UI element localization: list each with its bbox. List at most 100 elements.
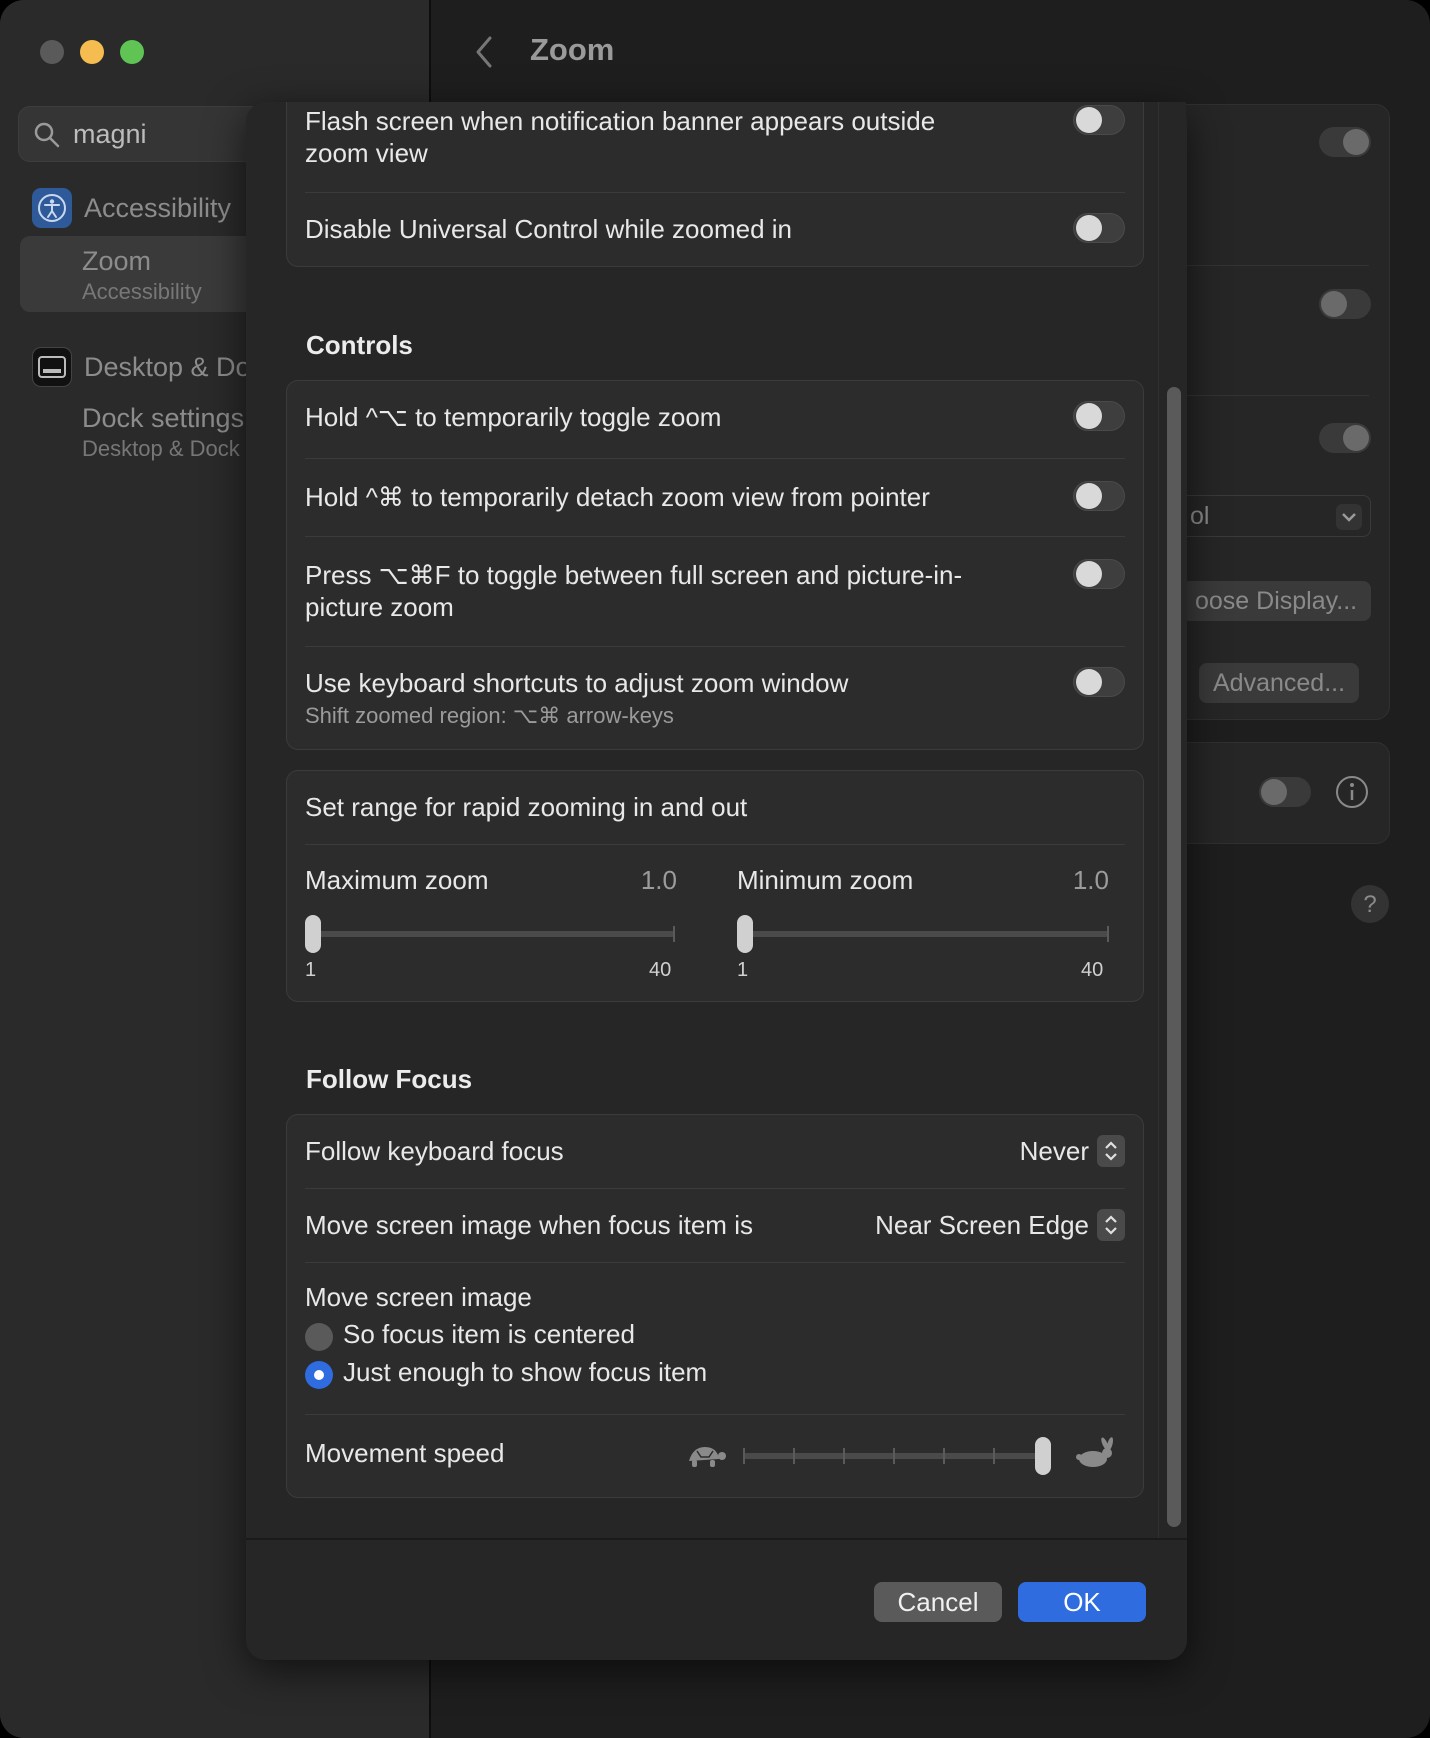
section-heading-controls: Controls	[306, 330, 413, 360]
slider-tick	[943, 1448, 945, 1464]
ok-button[interactable]: OK	[1018, 1582, 1146, 1622]
sheet-scroll-area[interactable]: Flash screen when notification banner ap…	[246, 102, 1187, 1538]
sidebar-item-dock-settings[interactable]: Dock settings	[82, 403, 244, 434]
scrollbar-thumb[interactable]	[1167, 387, 1181, 1527]
disable-universal-control-toggle[interactable]	[1073, 213, 1125, 243]
slider-tick	[843, 1448, 845, 1464]
page-title: Zoom	[530, 32, 615, 67]
row-label: Follow keyboard focus	[305, 1136, 564, 1166]
min-zoom-label: Minimum zoom	[737, 865, 914, 895]
slider-tick	[893, 1448, 895, 1464]
min-zoom-slider[interactable]	[737, 931, 1109, 937]
back-chevron-icon[interactable]	[470, 34, 500, 70]
zoom-range-group: Set range for rapid zooming in and out M…	[286, 770, 1144, 1002]
sidebar-item-title: Zoom	[82, 246, 152, 276]
popup-value: Never	[1019, 1135, 1089, 1166]
background-toggle[interactable]	[1319, 289, 1371, 319]
background-toggle[interactable]	[1319, 127, 1371, 157]
min-zoom-slider-thumb[interactable]	[737, 915, 753, 953]
slider-max-label: 40	[649, 959, 672, 981]
sidebar-section-label: Accessibility	[84, 192, 232, 223]
accessibility-icon	[32, 188, 72, 228]
range-title: Set range for rapid zooming in and out	[305, 792, 748, 822]
row-label: Hold ^⌘ to temporarily detach zoom view …	[305, 482, 930, 512]
help-icon[interactable]: ?	[1350, 884, 1390, 924]
follow-keyboard-focus-popup[interactable]: Never	[1020, 1135, 1125, 1167]
row-label: Flash screen when notification banner ap…	[305, 106, 936, 168]
sidebar-section-label: Desktop & Do	[84, 351, 251, 382]
row-label: Movement speed	[305, 1438, 505, 1468]
search-input[interactable]: magni	[73, 119, 147, 150]
radio-label: So focus item is centered	[343, 1319, 635, 1349]
sheet-footer: Cancel OK	[246, 1538, 1187, 1660]
slider-min-label: 1	[737, 959, 749, 981]
list-item: Hold ^⌘ to temporarily detach zoom view …	[305, 459, 1125, 537]
row-label: Move screen image when focus item is	[305, 1210, 753, 1240]
row-label: Disable Universal Control while zoomed i…	[305, 214, 792, 244]
up-down-chevron-icon	[1097, 1135, 1125, 1167]
chevron-down-icon	[1336, 504, 1362, 530]
move-screen-when-popup[interactable]: Near Screen Edge	[875, 1209, 1125, 1241]
turtle-icon	[689, 1447, 726, 1467]
detach-zoom-view-toggle[interactable]	[1073, 481, 1125, 511]
cancel-button[interactable]: Cancel	[874, 1582, 1002, 1622]
settings-window: magni Accessibility Zoom Accessibility D…	[0, 0, 1430, 1738]
up-down-chevron-icon	[1097, 1209, 1125, 1241]
section-heading-follow-focus: Follow Focus	[306, 1064, 473, 1094]
row-label: Use keyboard shortcuts to adjust zoom wi…	[305, 668, 849, 698]
zoom-advanced-sheet: Flash screen when notification banner ap…	[246, 102, 1187, 1660]
sidebar-section-desktop-dock[interactable]: Desktop & Do	[32, 347, 251, 387]
list-item: Disable Universal Control while zoomed i…	[305, 193, 1125, 268]
toggle-zoom-shortcut-toggle[interactable]	[1073, 401, 1125, 431]
slider-tick	[743, 1448, 745, 1464]
background-toggle[interactable]	[1319, 423, 1371, 453]
max-zoom-slider-thumb[interactable]	[305, 915, 321, 953]
close-button[interactable]	[40, 40, 64, 64]
sidebar-item-subtitle: Desktop & Dock	[82, 436, 240, 461]
sidebar-section-accessibility[interactable]: Accessibility	[32, 188, 231, 228]
pip-toggle-shortcut-toggle[interactable]	[1073, 559, 1125, 589]
list-item: Use keyboard shortcuts to adjust zoom wi…	[305, 647, 1125, 751]
row-label: Hold ^⌥ to temporarily toggle zoom	[305, 402, 722, 432]
popup-value: Near Screen Edge	[875, 1209, 1089, 1240]
follow-focus-group: Follow keyboard focus Never Move screen …	[286, 1114, 1144, 1498]
max-zoom-value: 1.0	[640, 865, 677, 895]
svg-text:?: ?	[1363, 891, 1376, 918]
advanced-button[interactable]: Advanced...	[1199, 663, 1360, 703]
keyboard-shortcuts-toggle[interactable]	[1073, 667, 1125, 697]
list-item: Move screen image So focus item is cente…	[305, 1263, 1125, 1415]
notification-group: Flash screen when notification banner ap…	[286, 102, 1144, 267]
movement-speed-slider-thumb[interactable]	[1035, 1437, 1051, 1475]
minimize-button[interactable]	[80, 40, 104, 64]
list-item: Set range for rapid zooming in and out	[305, 771, 1125, 845]
flash-screen-toggle[interactable]	[1073, 105, 1125, 135]
list-item: Flash screen when notification banner ap…	[305, 102, 1125, 193]
max-zoom-label: Maximum zoom	[305, 865, 489, 895]
list-item: Move screen image when focus item is Nea…	[305, 1189, 1125, 1263]
row-label: Press ⌥⌘F to toggle between full screen …	[305, 560, 963, 622]
radio-just-enough[interactable]	[305, 1361, 333, 1389]
background-toggle[interactable]	[1259, 777, 1311, 807]
choose-display-button[interactable]: oose Display...	[1181, 581, 1372, 621]
list-item: Movement speed	[305, 1415, 1125, 1499]
slider-max-label: 40	[1081, 959, 1104, 981]
rabbit-icon	[1076, 1437, 1114, 1467]
radio-label: Just enough to show focus item	[343, 1357, 708, 1387]
info-icon[interactable]	[1335, 775, 1369, 809]
max-zoom-slider[interactable]	[305, 931, 675, 937]
sidebar-item-subtitle: Accessibility	[82, 279, 202, 304]
row-label: Move screen image	[305, 1282, 532, 1312]
list-item: Follow keyboard focus Never	[305, 1115, 1125, 1189]
slider-tick	[793, 1448, 795, 1464]
sheet-scrollbar[interactable]	[1158, 102, 1186, 1538]
list-item: Hold ^⌥ to temporarily toggle zoom	[305, 381, 1125, 459]
row-sublabel: Shift zoomed region: ⌥⌘ arrow-keys	[305, 703, 674, 728]
min-zoom-value: 1.0	[1072, 865, 1109, 895]
slider-min-label: 1	[305, 959, 317, 981]
slider-tick	[993, 1448, 995, 1464]
search-icon	[34, 122, 60, 148]
radio-centered[interactable]	[305, 1323, 333, 1351]
controls-group: Hold ^⌥ to temporarily toggle zoom Hold …	[286, 380, 1144, 750]
desktop-dock-icon	[32, 347, 72, 387]
zoom-window-button[interactable]	[120, 40, 144, 64]
